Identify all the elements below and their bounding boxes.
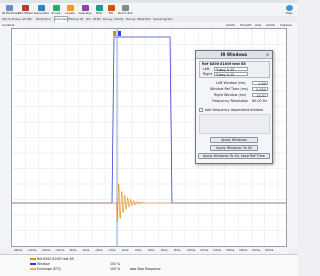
apply-windows-button[interactable]: Apply Windows — [210, 137, 258, 143]
toolbar-overlays[interactable]: Overlays — [78, 5, 92, 16]
toolbar-generator[interactable]: Generator — [34, 5, 49, 16]
capture-button[interactable]: Capture — [280, 23, 292, 27]
freq-dependent-checkbox[interactable] — [199, 108, 203, 112]
legend-item-step-response[interactable]: Step Response — [130, 267, 161, 271]
x-tick: 10ms — [187, 248, 196, 252]
right-window-type-select[interactable]: Tukey 0.25 — [214, 72, 248, 77]
window-ref-time-field[interactable]: 0.000 — [252, 87, 268, 92]
x-tick: -14ms — [27, 248, 37, 252]
tab-filtered-ir[interactable]: Filtered IR — [68, 17, 83, 21]
ir-windows-dialog: IR Windows × Ref 8200 8100f test 85 Left… — [195, 50, 273, 164]
window-type-group: Ref 8200 8100f test 85 Left Tukey 0.25 R… — [199, 61, 270, 78]
close-icon[interactable]: × — [265, 52, 270, 57]
legend-item-impulse[interactable]: Ref 8200 8100f test 85 — [30, 257, 74, 261]
controls-toggle[interactable]: Controls — [2, 23, 14, 27]
apply-windows-all-button[interactable]: Apply Windows To All — [210, 145, 258, 151]
window-ref-time-label: Window Ref Time (ms) — [210, 87, 249, 91]
smooth-button[interactable]: Smooth — [240, 23, 252, 27]
x-tick: 18ms — [239, 248, 248, 252]
impulse-trace — [12, 183, 286, 223]
x-tick: 4ms — [148, 248, 155, 252]
main-toolbar: IR Windows SPL Meter Generator Scope Lev… — [0, 3, 298, 17]
apply-windows-all-keep-ref-button[interactable]: Apply Windows To All, keep Ref Time — [198, 153, 270, 159]
legend-item-envelope[interactable]: Envelope (ETC) — [30, 267, 61, 271]
frequency-resolution-value: 60.00 Hz — [252, 99, 268, 103]
toolbar-spl-meter[interactable]: SPL Meter — [18, 5, 33, 16]
legend-swatch — [30, 263, 36, 265]
trace-legend: Ref 8200 8100f test 85 Window 100 % Enve… — [0, 254, 298, 276]
legend-swatch — [30, 268, 36, 270]
right-window-label: Right Window (ms) — [214, 93, 247, 97]
x-axis: -16ms -14ms -12ms -10ms -8ms -6ms -4ms -… — [11, 247, 287, 254]
right-axis — [287, 28, 298, 247]
tab-clarity[interactable]: Clarity — [114, 17, 124, 21]
limits-button-2[interactable]: Limits — [266, 23, 275, 27]
tab-gd[interactable]: GD — [86, 17, 91, 21]
freq-dependent-options — [199, 114, 270, 134]
toolbar-levels[interactable]: Levels — [64, 5, 76, 16]
left-window-label: Left Window (ms) — [216, 81, 246, 85]
freq-dependent-label: Add frequency dependent window — [205, 108, 264, 112]
x-tick: 6ms — [161, 248, 168, 252]
tab-decay[interactable]: Decay — [103, 17, 112, 21]
legend-window-value: 100 % — [110, 262, 121, 266]
x-tick: 12ms — [200, 248, 209, 252]
x-tick: 14ms — [213, 248, 222, 252]
tab-all-spl[interactable]: All SPL — [22, 17, 32, 21]
x-tick: -6ms — [82, 248, 90, 252]
toolbar-scope[interactable]: Scope — [50, 5, 62, 16]
toolbar-eq[interactable]: EQ — [106, 5, 116, 16]
x-tick: -10ms — [55, 248, 65, 252]
tab-decay-2[interactable]: Decay — [126, 17, 135, 21]
tab-spl-phase[interactable]: SPL & Phase — [2, 17, 21, 21]
left-window-type-label: Left — [203, 67, 210, 71]
y-axis — [0, 28, 11, 247]
x-tick: -8ms — [69, 248, 77, 252]
tab-distortion[interactable]: Distortion — [36, 17, 51, 21]
tab-waterfall[interactable]: Waterfall — [137, 17, 150, 21]
legend-envelope-value: 100 % — [110, 267, 121, 271]
legend-swatch — [130, 268, 136, 270]
x-tick: -16ms — [13, 248, 23, 252]
x-tick: 0ms — [122, 248, 129, 252]
toolbar-room-sim[interactable]: Room Sim — [118, 5, 133, 16]
legend-item-window[interactable]: Window — [30, 262, 50, 266]
axis-button[interactable]: Axis — [255, 23, 261, 27]
x-tick: 2ms — [135, 248, 142, 252]
left-window-type-select[interactable]: Tukey 0.25 — [214, 67, 248, 72]
right-window-marker — [118, 31, 121, 36]
tab-spectrogram[interactable]: Spectrogram — [153, 17, 172, 21]
left-window-field[interactable]: 0.50 — [252, 81, 268, 86]
x-tick: 16ms — [226, 248, 235, 252]
x-tick: 22ms — [265, 248, 274, 252]
toolbar-ir-windows[interactable]: IR Windows — [2, 5, 19, 16]
toolbar-help[interactable]: Help — [282, 5, 296, 16]
frequency-resolution-label: Frequency Resolution — [212, 99, 249, 103]
dialog-title: IR Windows — [196, 51, 272, 59]
x-tick: 20ms — [252, 248, 261, 252]
left-window-marker — [113, 31, 116, 36]
x-tick: 8ms — [174, 248, 181, 252]
x-tick: -2ms — [108, 248, 116, 252]
right-window-field[interactable]: 14.01 — [252, 93, 268, 98]
toolbar-rta[interactable]: RTA — [94, 5, 104, 16]
x-tick: -12ms — [41, 248, 51, 252]
tab-rt60[interactable]: RT60 — [93, 17, 101, 21]
limits-button[interactable]: Limits — [226, 23, 235, 27]
measurement-name: Ref 8200 8100f test 85 — [202, 62, 246, 66]
x-tick: -4ms — [95, 248, 103, 252]
legend-swatch — [30, 258, 36, 260]
right-window-type-label: Right — [203, 72, 212, 76]
